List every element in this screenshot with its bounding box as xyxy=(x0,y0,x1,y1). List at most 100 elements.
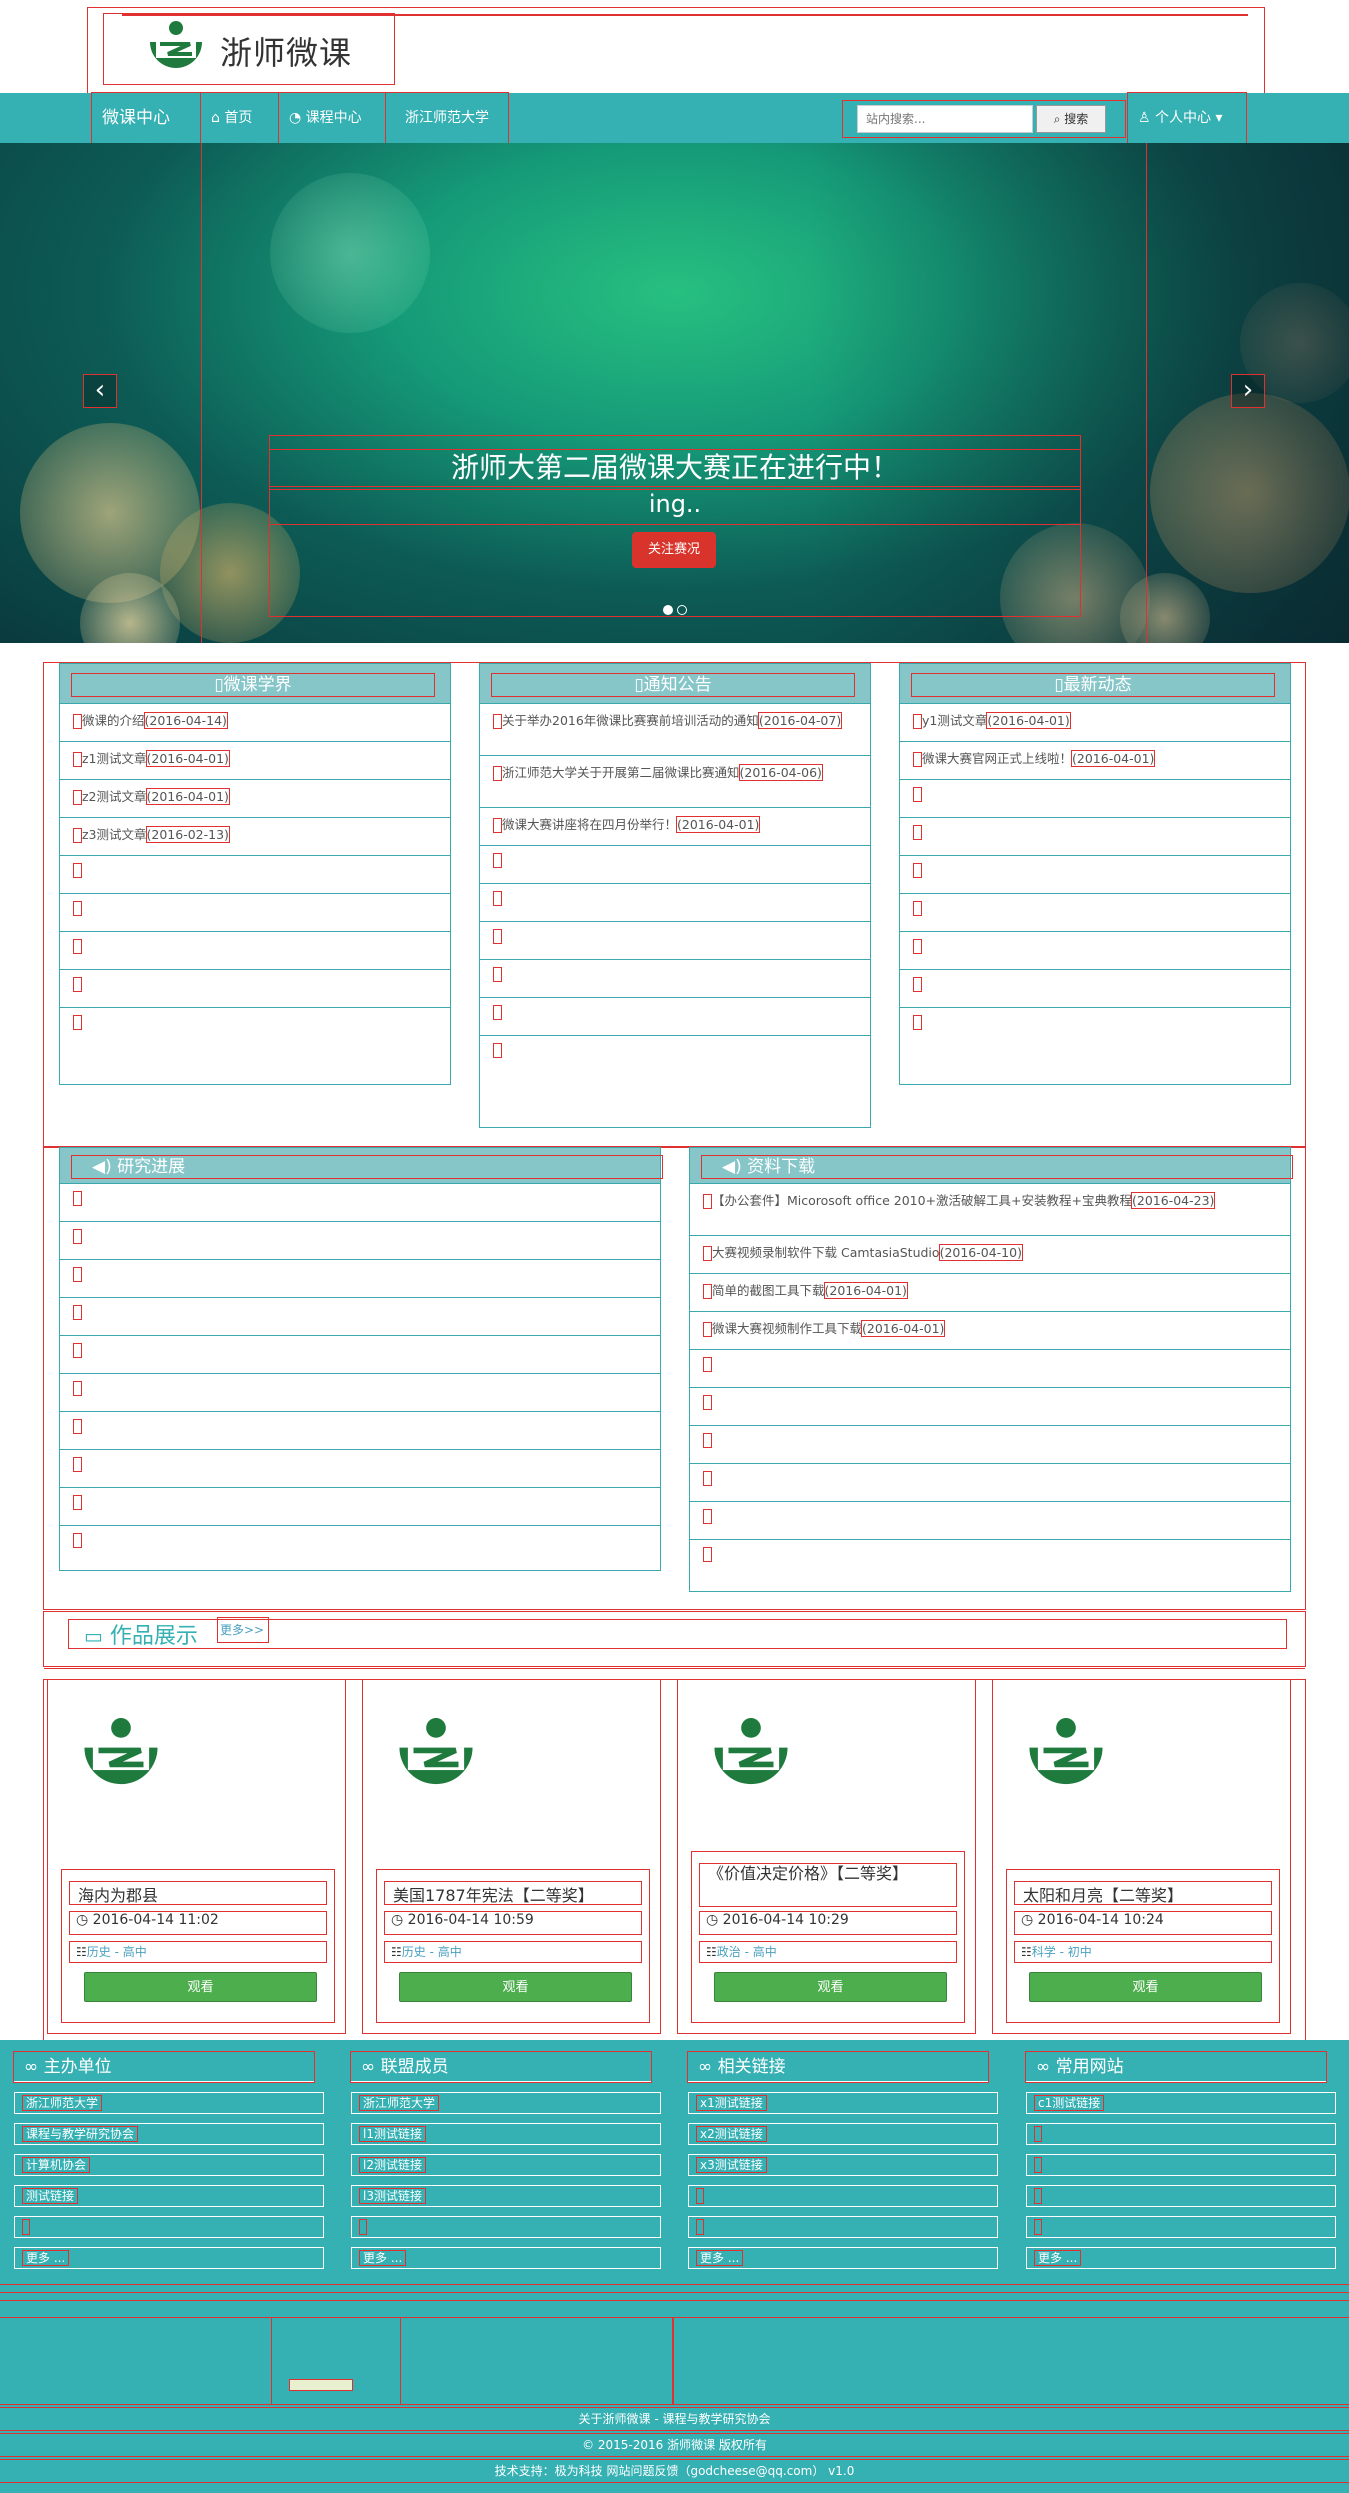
work-title[interactable]: 《价值决定价格》【二等奖】 xyxy=(699,1863,957,1907)
list-item-title[interactable]: y1测试文章 xyxy=(922,713,987,728)
work-title[interactable]: 海内为郡县 xyxy=(69,1881,327,1905)
carousel-dot[interactable] xyxy=(677,605,687,615)
footer-link-text[interactable]: l1测试链接 xyxy=(359,2126,426,2142)
list-item-title[interactable]: z1测试文章 xyxy=(82,751,147,766)
chevron-right-icon xyxy=(493,766,502,781)
search-button[interactable]: ⌕ 搜索 xyxy=(1036,105,1106,133)
footer-link-text[interactable]: x3测试链接 xyxy=(696,2157,767,2173)
list-icon: ☷ xyxy=(391,1945,402,1959)
work-subject-link[interactable]: 历史 xyxy=(402,1945,426,1959)
nav-brand[interactable]: 微课中心 xyxy=(91,92,201,144)
list-item-title[interactable]: 微课大赛官网正式上线啦！ xyxy=(922,751,1072,766)
footer-link-text[interactable]: c1测试链接 xyxy=(1033,2095,1105,2111)
carousel-prev-icon[interactable]: ‹ xyxy=(83,374,117,408)
footer-link-text[interactable]: 浙江师范大学 xyxy=(21,2095,103,2111)
footer-link[interactable]: 计算机协会 xyxy=(14,2154,324,2176)
logo-link[interactable]: 浙师微课 xyxy=(103,13,395,85)
nav-course-center[interactable]: ◔ 课程中心 xyxy=(278,92,386,144)
footer-link[interactable]: l2测试链接 xyxy=(351,2154,661,2176)
follow-contest-button[interactable]: 关注赛况 xyxy=(632,532,716,568)
footer-link-text[interactable]: 测试链接 xyxy=(21,2188,79,2204)
footer-link-text[interactable]: l2测试链接 xyxy=(359,2157,426,2173)
footer-link-text[interactable]: 计算机协会 xyxy=(21,2157,91,2173)
footer-link[interactable]: l3测试链接 xyxy=(351,2185,661,2207)
list-item-title[interactable]: 大赛视频录制软件下载 CamtasiaStudio xyxy=(712,1245,940,1260)
footer-link[interactable]: x1测试链接 xyxy=(688,2092,998,2114)
work-subject-link[interactable]: 政治 xyxy=(717,1945,741,1959)
list-item[interactable]: 微课大赛讲座将在四月份举行！(2016-04-01) xyxy=(480,808,870,846)
list-item[interactable]: z2测试文章(2016-04-01) xyxy=(60,780,450,818)
work-level-link[interactable]: 高中 xyxy=(753,1945,777,1959)
list-item-title[interactable]: 微课大赛讲座将在四月份举行！ xyxy=(502,817,677,832)
list-item[interactable]: 大赛视频录制软件下载 CamtasiaStudio(2016-04-10) xyxy=(690,1236,1290,1274)
work-level-link[interactable]: 初中 xyxy=(1068,1945,1092,1959)
work-level-link[interactable]: 高中 xyxy=(123,1945,147,1959)
list-item-title[interactable]: z3测试文章 xyxy=(82,827,147,842)
work-subject-link[interactable]: 历史 xyxy=(87,1945,111,1959)
footer-about-link[interactable]: 关于浙师微课 - 课程与教学研究协会 xyxy=(0,2407,1349,2431)
footer-link[interactable]: 浙江师范大学 xyxy=(14,2092,324,2114)
list-item[interactable]: 微课大赛视频制作工具下载(2016-04-01) xyxy=(690,1312,1290,1350)
list-item[interactable]: 微课的介绍(2016-04-14) xyxy=(60,704,450,742)
nav-home[interactable]: ⌂ 首页 xyxy=(200,92,279,144)
list-item-title[interactable]: 微课的介绍 xyxy=(82,713,145,728)
work-title[interactable]: 太阳和月亮【二等奖】 xyxy=(1014,1881,1272,1905)
list-item-title[interactable]: 关于举办2016年微课比赛赛前培训活动的通知 xyxy=(502,713,759,728)
list-item-title[interactable]: 浙江师范大学关于开展第二届微课比赛通知 xyxy=(502,765,740,780)
carousel-dot-active[interactable] xyxy=(663,605,673,615)
work-title[interactable]: 美国1787年宪法【二等奖】 xyxy=(384,1881,642,1905)
clock-icon: ◷ xyxy=(391,1912,404,1928)
works-more-link[interactable]: 更多>> xyxy=(217,1617,269,1643)
footer-link[interactable]: 课程与教学研究协会 xyxy=(14,2123,324,2145)
list-item[interactable]: 【办公套件】Micorosoft office 2010+激活破解工具+安装教程… xyxy=(690,1184,1290,1236)
footer-link[interactable]: l1测试链接 xyxy=(351,2123,661,2145)
list-item-title[interactable]: 【办公套件】Micorosoft office 2010+激活破解工具+安装教程… xyxy=(712,1193,1132,1208)
list-item[interactable]: y1测试文章(2016-04-01) xyxy=(900,704,1290,742)
list-item[interactable]: z3测试文章(2016-02-13) xyxy=(60,818,450,856)
list-item[interactable]: 简单的截图工具下载(2016-04-01) xyxy=(690,1274,1290,1312)
footer-more-text[interactable]: 更多 ... xyxy=(695,2250,744,2266)
footer-link[interactable]: x2测试链接 xyxy=(688,2123,998,2145)
list-item-title[interactable]: 简单的截图工具下载 xyxy=(712,1283,825,1298)
footer-link-text[interactable]: 浙江师范大学 xyxy=(358,2095,440,2111)
footer-divider xyxy=(0,2284,1349,2285)
user-center-dropdown[interactable]: ♙ 个人中心 ▾ xyxy=(1127,92,1247,144)
footer-more-text[interactable]: 更多 ... xyxy=(1033,2250,1082,2266)
list-item-title[interactable]: z2测试文章 xyxy=(82,789,147,804)
footer-link[interactable]: x3测试链接 xyxy=(688,2154,998,2176)
work-date-text: 2016-04-14 10:24 xyxy=(1037,1912,1164,1928)
list-item-empty xyxy=(690,1426,1290,1464)
footer-link-empty xyxy=(1026,2123,1336,2145)
footer-more-link[interactable]: 更多 ... xyxy=(351,2247,661,2269)
chevron-right-icon xyxy=(73,1229,82,1244)
footer-link-text[interactable]: l3测试链接 xyxy=(359,2188,426,2204)
search-input[interactable] xyxy=(857,105,1033,133)
footer-link-text[interactable]: 课程与教学研究协会 xyxy=(21,2126,139,2142)
watch-button[interactable]: 观看 xyxy=(714,1972,947,2002)
chevron-right-icon xyxy=(703,1433,712,1448)
footer-col-title-text: 相关链接 xyxy=(717,2057,786,2077)
footer-more-text[interactable]: 更多 ... xyxy=(358,2250,407,2266)
watch-button[interactable]: 观看 xyxy=(84,1972,317,2002)
footer-link[interactable]: 测试链接 xyxy=(14,2185,324,2207)
footer-more-link[interactable]: 更多 ... xyxy=(14,2247,324,2269)
list-item[interactable]: 浙江师范大学关于开展第二届微课比赛通知(2016-04-06) xyxy=(480,756,870,808)
nav-zjnu[interactable]: 浙江师范大学 xyxy=(385,92,509,144)
list-item-title[interactable]: 微课大赛视频制作工具下载 xyxy=(712,1321,862,1336)
work-subject-link[interactable]: 科学 xyxy=(1032,1945,1056,1959)
list-item[interactable]: 微课大赛官网正式上线啦！(2016-04-01) xyxy=(900,742,1290,780)
footer-link[interactable]: 浙江师范大学 xyxy=(351,2092,661,2114)
chevron-right-icon xyxy=(703,1357,712,1372)
footer-link[interactable]: c1测试链接 xyxy=(1026,2092,1336,2114)
carousel-next-icon[interactable]: › xyxy=(1231,374,1265,408)
list-item[interactable]: 关于举办2016年微课比赛赛前培训活动的通知(2016-04-07) xyxy=(480,704,870,756)
watch-button[interactable]: 观看 xyxy=(1029,1972,1262,2002)
work-level-link[interactable]: 高中 xyxy=(438,1945,462,1959)
footer-more-link[interactable]: 更多 ... xyxy=(1026,2247,1336,2269)
list-item[interactable]: z1测试文章(2016-04-01) xyxy=(60,742,450,780)
footer-more-link[interactable]: 更多 ... xyxy=(688,2247,998,2269)
watch-button[interactable]: 观看 xyxy=(399,1972,632,2002)
footer-link-text[interactable]: x1测试链接 xyxy=(696,2095,767,2111)
footer-link-text[interactable]: x2测试链接 xyxy=(696,2126,767,2142)
footer-more-text[interactable]: 更多 ... xyxy=(21,2250,70,2266)
